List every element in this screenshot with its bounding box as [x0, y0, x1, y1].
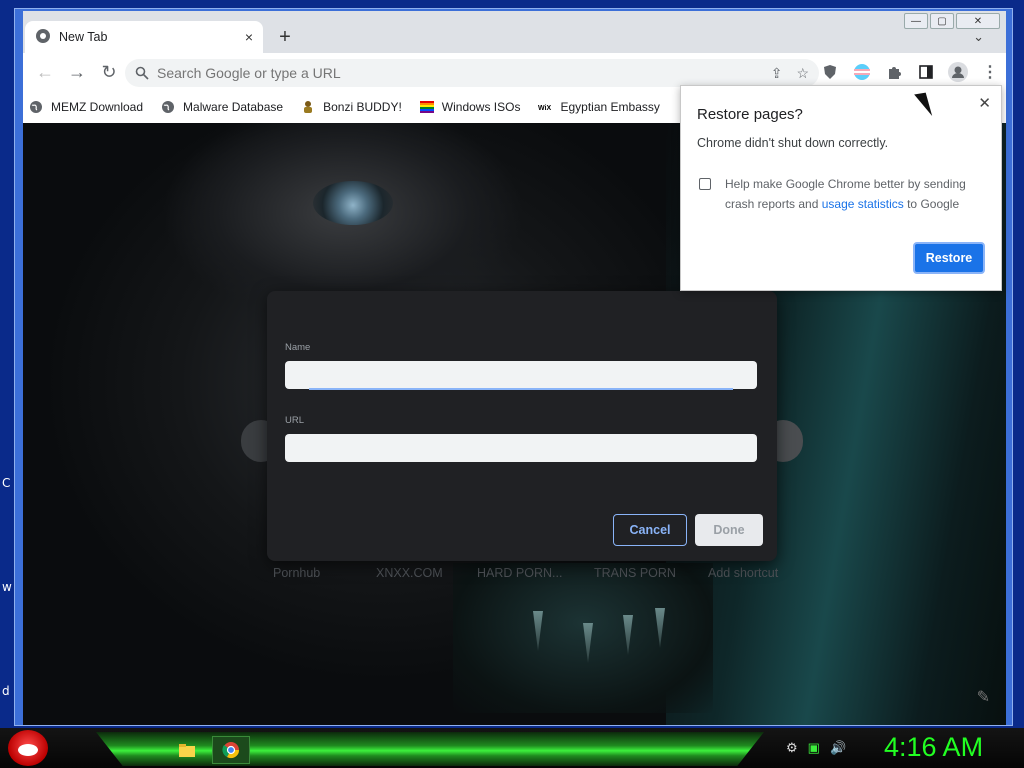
- reload-button[interactable]: ↻: [97, 61, 121, 83]
- tab-close-icon[interactable]: ×: [245, 29, 253, 45]
- globe-icon: [162, 101, 175, 113]
- tab-new-tab[interactable]: New Tab ×: [25, 21, 263, 53]
- new-tab-button[interactable]: +: [273, 27, 297, 49]
- search-icon: [135, 66, 149, 80]
- tray-app-icon[interactable]: ⚙: [786, 740, 798, 756]
- background-eye: [313, 181, 393, 225]
- add-shortcut[interactable]: Add shortcut: [708, 566, 778, 580]
- popup-close-icon[interactable]: ✕: [978, 94, 991, 112]
- shortcut-pornhub[interactable]: Pornhub: [273, 566, 320, 580]
- rainbow-flag-icon: [419, 101, 434, 113]
- bookmark-label: Bonzi BUDDY!: [323, 100, 402, 114]
- maximize-button[interactable]: ▢: [930, 13, 954, 29]
- start-button-angry-bird-icon[interactable]: [8, 730, 48, 766]
- taskbar-clock[interactable]: 4:16 AM: [884, 732, 983, 763]
- bookmark-malware-database[interactable]: Malware Database: [161, 100, 283, 114]
- puzzle-extensions-icon[interactable]: [883, 61, 905, 83]
- minimize-button[interactable]: —: [904, 13, 928, 29]
- bookmark-windows-isos[interactable]: Windows ISOs: [419, 100, 521, 114]
- bookmark-egyptian-embassy[interactable]: WiX Egyptian Embassy: [538, 100, 659, 114]
- chrome-menu-button[interactable]: ⋮: [979, 61, 1001, 83]
- name-label: Name: [285, 342, 311, 353]
- chrome-taskbar-icon[interactable]: [212, 736, 250, 764]
- done-button[interactable]: Done: [695, 514, 763, 546]
- checkbox-label: Help make Google Chrome better by sendin…: [725, 174, 987, 214]
- forward-button[interactable]: →: [65, 61, 89, 83]
- bookmark-label: Egyptian Embassy: [560, 100, 660, 114]
- omnibox[interactable]: ⇪ ☆: [125, 59, 819, 87]
- svg-text:WiX: WiX: [538, 105, 551, 112]
- profile-avatar-icon[interactable]: [947, 61, 969, 83]
- extensions-area: ⋮: [819, 61, 1001, 83]
- url-label: URL: [285, 415, 305, 426]
- desktop-label-d: d: [2, 684, 10, 698]
- usage-statistics-link[interactable]: usage statistics: [822, 197, 904, 211]
- omnibox-input[interactable]: [157, 65, 717, 81]
- popup-title: Restore pages?: [697, 106, 803, 123]
- share-icon[interactable]: ⇪: [771, 65, 783, 82]
- side-panel-icon[interactable]: [915, 61, 937, 83]
- edit-shortcut-dialog: Name URL Cancel Done: [267, 291, 777, 561]
- shortcut-trans-porn[interactable]: TRANS PORN: [594, 566, 676, 580]
- background-mouth: [453, 563, 713, 713]
- taskbar: ⚙ ▣ 🔊 4:16 AM: [0, 728, 1024, 768]
- tab-title: New Tab: [59, 30, 108, 44]
- bookmark-label: Malware Database: [183, 100, 284, 114]
- popup-message: Chrome didn't shut down correctly.: [697, 136, 889, 150]
- close-window-button[interactable]: ✕: [956, 13, 1000, 29]
- bookmark-label: MEMZ Download: [51, 100, 144, 114]
- checkbox-text-end: to Google: [903, 197, 960, 211]
- volume-icon[interactable]: 🔊: [830, 740, 846, 756]
- restore-button[interactable]: Restore: [913, 242, 985, 274]
- back-button[interactable]: ←: [33, 61, 57, 83]
- window-controls: — ▢ ✕: [904, 13, 1000, 29]
- bookmark-bonzi-buddy[interactable]: Bonzi BUDDY!: [301, 100, 402, 114]
- restore-pages-popup: Restore pages? ✕ Chrome didn't shut down…: [680, 85, 1002, 291]
- trans-flag-extension-icon[interactable]: [851, 61, 873, 83]
- url-input[interactable]: [285, 434, 757, 462]
- bookmark-star-icon[interactable]: ☆: [796, 65, 809, 82]
- name-input-focus-line: [309, 388, 733, 390]
- ublock-extension-icon[interactable]: [819, 61, 841, 83]
- file-explorer-taskbar-icon[interactable]: [168, 736, 206, 764]
- customize-pencil-icon[interactable]: ✎: [977, 687, 990, 707]
- bookmark-memz[interactable]: MEMZ Download: [29, 100, 143, 114]
- cancel-button[interactable]: Cancel: [613, 514, 687, 546]
- system-tray: ⚙ ▣ 🔊: [786, 740, 846, 756]
- desktop-label-w: w: [2, 580, 12, 594]
- globe-icon: [30, 101, 42, 113]
- chrome-tab-icon: [35, 28, 51, 47]
- wix-icon: WiX: [538, 105, 551, 112]
- bookmark-label: Windows ISOs: [441, 100, 521, 114]
- desktop-label-c: C: [2, 476, 11, 490]
- name-input[interactable]: [285, 361, 757, 389]
- network-icon[interactable]: ▣: [808, 740, 820, 756]
- tab-search-icon[interactable]: ⌄: [973, 29, 984, 45]
- shortcut-xnxx[interactable]: XNXX.COM: [376, 566, 443, 580]
- usage-stats-checkbox[interactable]: [699, 178, 711, 190]
- shortcut-hard-porn[interactable]: HARD PORN...: [477, 566, 562, 580]
- bonzi-icon: [304, 101, 313, 113]
